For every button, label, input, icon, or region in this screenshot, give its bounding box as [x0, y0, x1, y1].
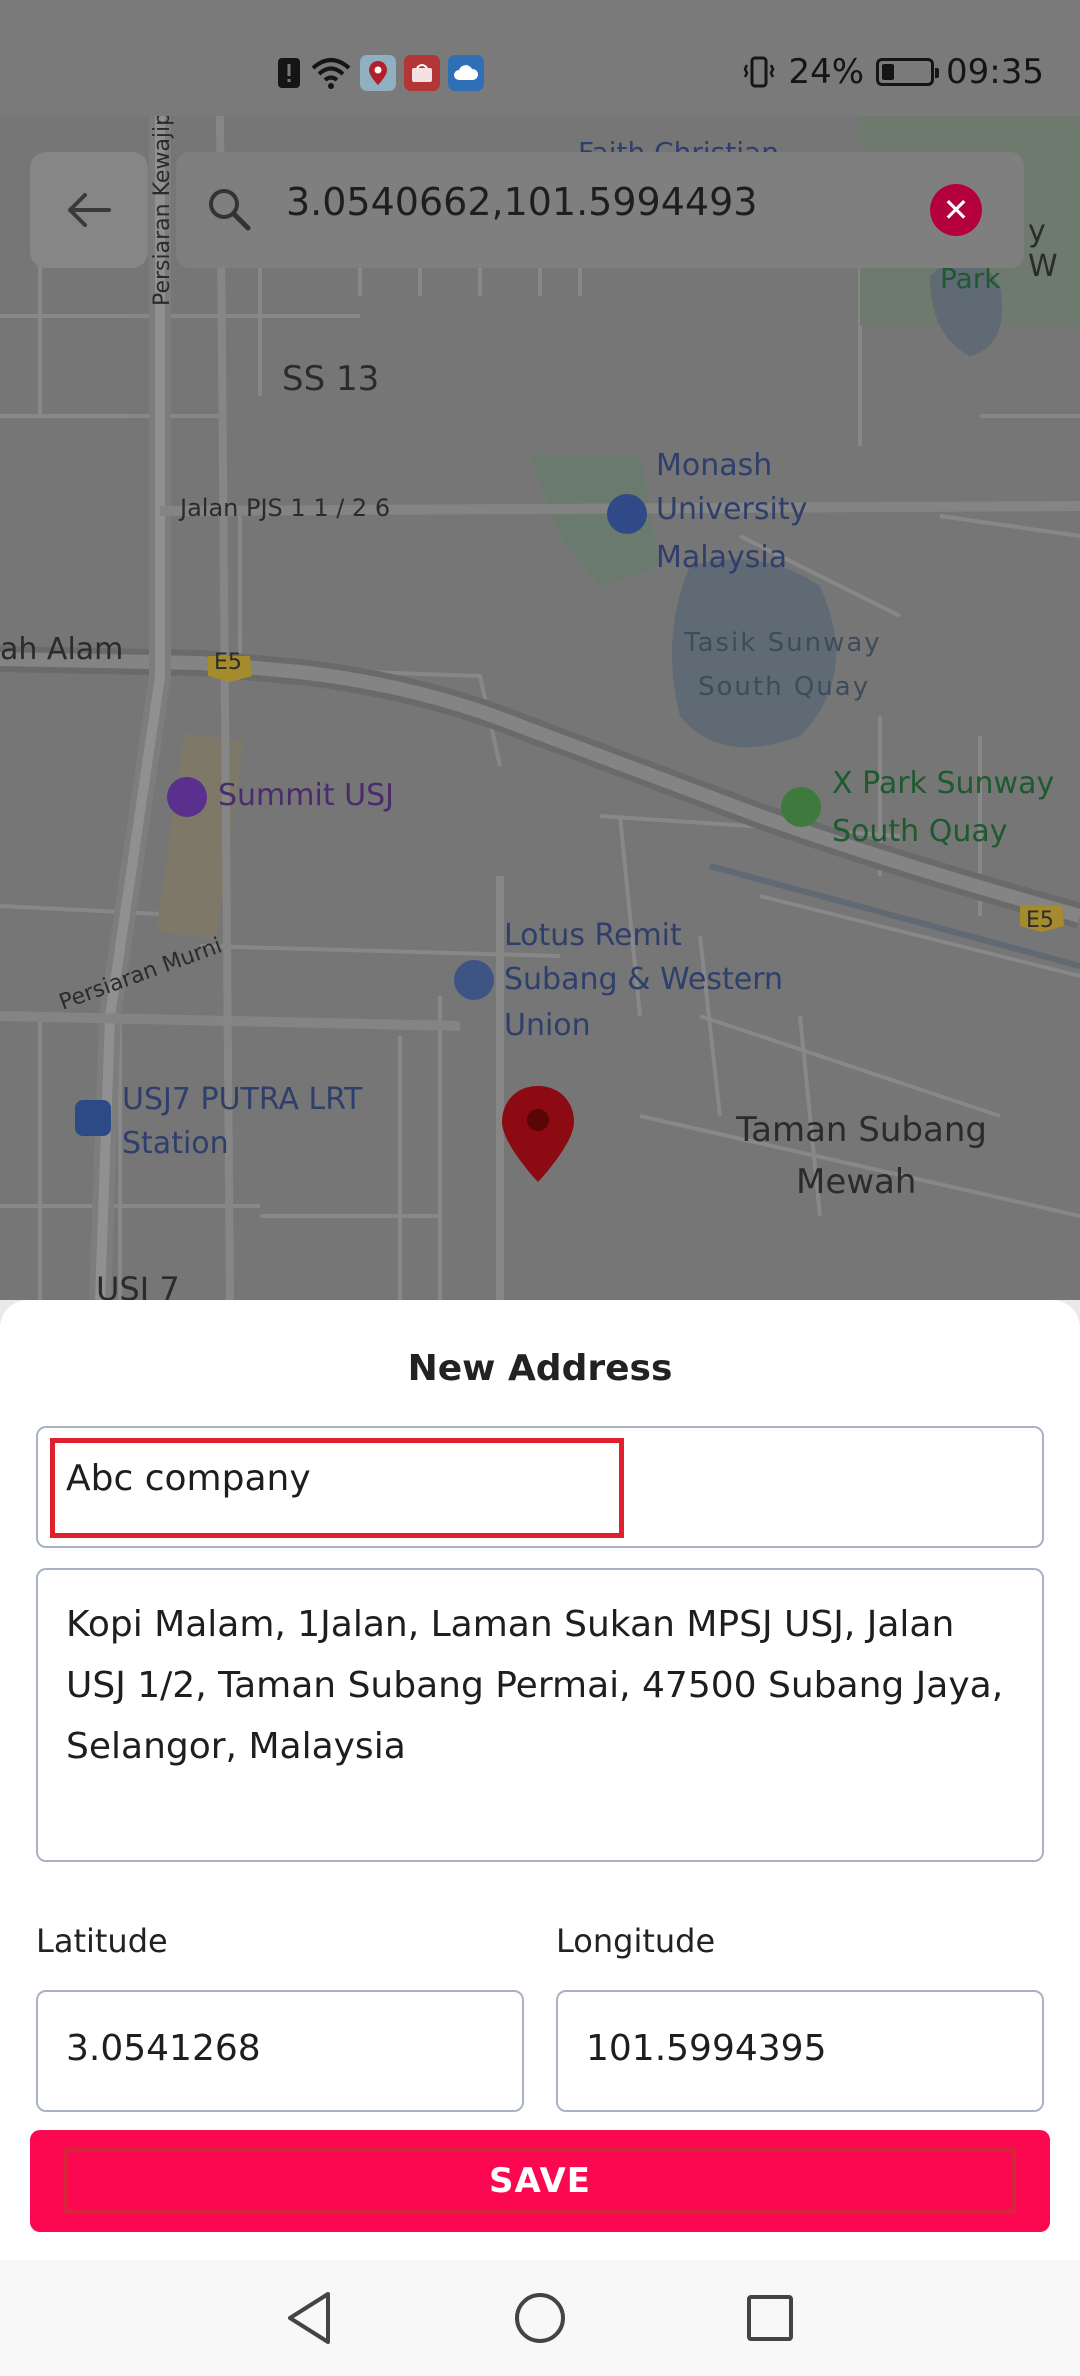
new-address-sheet: New Address Abc company Kopi Malam, 1Jal… — [0, 1300, 1080, 2260]
map-label-e5-b: E5 — [1026, 908, 1054, 933]
longitude-label: Longitude — [556, 1922, 716, 1960]
back-arrow-icon — [68, 193, 111, 227]
alert-icon — [278, 58, 300, 88]
system-nav-bar — [0, 2260, 1080, 2376]
clock: 09:35 — [946, 52, 1044, 92]
status-bar: 24% 09:35 — [0, 0, 1080, 116]
map-label-lotus-2: Subang & Western — [504, 962, 784, 997]
map-label-xpark-1: X Park Sunway — [832, 766, 1055, 801]
battery-icon — [876, 58, 940, 86]
map-label-usj7: USJ 7 — [96, 1270, 180, 1300]
status-right: 24% 09:35 — [742, 52, 1044, 92]
map-label-usj7-lrt-2: Station — [122, 1126, 229, 1161]
latitude-value: 3.0541268 — [66, 2028, 261, 2069]
location-pin-icon — [502, 1086, 574, 1182]
longitude-input[interactable]: 101.5994395 — [556, 1990, 1044, 2112]
map-label-jalan-pjs: Jalan PJS 1 1 / 2 6 — [180, 494, 391, 522]
latitude-label: Latitude — [36, 1922, 168, 1960]
vibrate-icon — [744, 56, 775, 88]
map-label-tasik-1: Tasik Sunway — [684, 628, 882, 658]
map-label-taman-1: Taman Subang — [736, 1110, 987, 1150]
back-button[interactable] — [30, 152, 148, 268]
name-highlight-box — [50, 1438, 624, 1538]
battery-percent: 24% — [788, 52, 865, 92]
latitude-input[interactable]: 3.0541268 — [36, 1990, 524, 2112]
wifi-icon — [311, 58, 351, 89]
map-label-xpark-2: South Quay — [832, 814, 1008, 849]
map-label-monash-2: University — [656, 492, 808, 527]
map-label-alam: ah Alam — [0, 632, 124, 667]
map-label-e5-a: E5 — [214, 650, 242, 675]
cloud-app-icon — [448, 55, 484, 91]
search-input[interactable]: 3.0540662,101.5994493 — [286, 180, 757, 224]
nav-home-button[interactable] — [510, 2288, 570, 2348]
map-label-taman-2: Mewah — [796, 1162, 917, 1202]
map-label-monash-1: Monash — [656, 448, 773, 483]
map-label-monash-3: Malaysia — [656, 540, 788, 575]
map-label-summit: Summit USJ — [218, 778, 394, 813]
app-screen: 24% 09:35 Park y W SS 13 Persiaran Kewaj… — [0, 0, 1080, 2376]
shop-app-icon — [404, 55, 440, 91]
longitude-value: 101.5994395 — [586, 2028, 827, 2069]
address-name-input[interactable]: Abc company — [36, 1426, 1044, 1548]
battery-fill — [882, 64, 895, 80]
map-label-tasik-2: South Quay — [698, 672, 871, 702]
save-highlight-box — [64, 2148, 1016, 2214]
search-icon — [209, 189, 251, 231]
map-label-usj7-lrt-1: USJ7 PUTRA LRT — [122, 1082, 363, 1117]
nav-recents-icon — [747, 2295, 793, 2341]
map-label-ss13: SS 13 — [282, 359, 380, 399]
notification-icons — [276, 55, 484, 91]
map-label-persiaran-kewajipan: Persiaran Kewajip — [150, 116, 175, 306]
nav-back-button[interactable] — [280, 2288, 340, 2348]
maps-app-icon — [360, 55, 396, 91]
search-bar[interactable]: 3.0540662,101.5994493 ✕ — [176, 152, 1024, 268]
nav-recents-button[interactable] — [740, 2288, 800, 2348]
sheet-title: New Address — [407, 1348, 673, 1389]
map-label-lotus-1: Lotus Remit — [504, 918, 682, 953]
full-address-value: Kopi Malam, 1Jalan, Laman Sukan MPSJ USJ… — [66, 1604, 1004, 1767]
nav-back-icon — [288, 2292, 330, 2344]
nav-home-icon — [515, 2293, 565, 2343]
full-address-textarea[interactable]: Kopi Malam, 1Jalan, Laman Sukan MPSJ USJ… — [36, 1568, 1044, 1862]
map-label-lotus-3: Union — [504, 1008, 591, 1043]
map-label-edge: y W — [1028, 214, 1058, 284]
save-button[interactable]: SAVE — [30, 2130, 1050, 2232]
clear-search-icon[interactable]: ✕ — [930, 184, 982, 236]
